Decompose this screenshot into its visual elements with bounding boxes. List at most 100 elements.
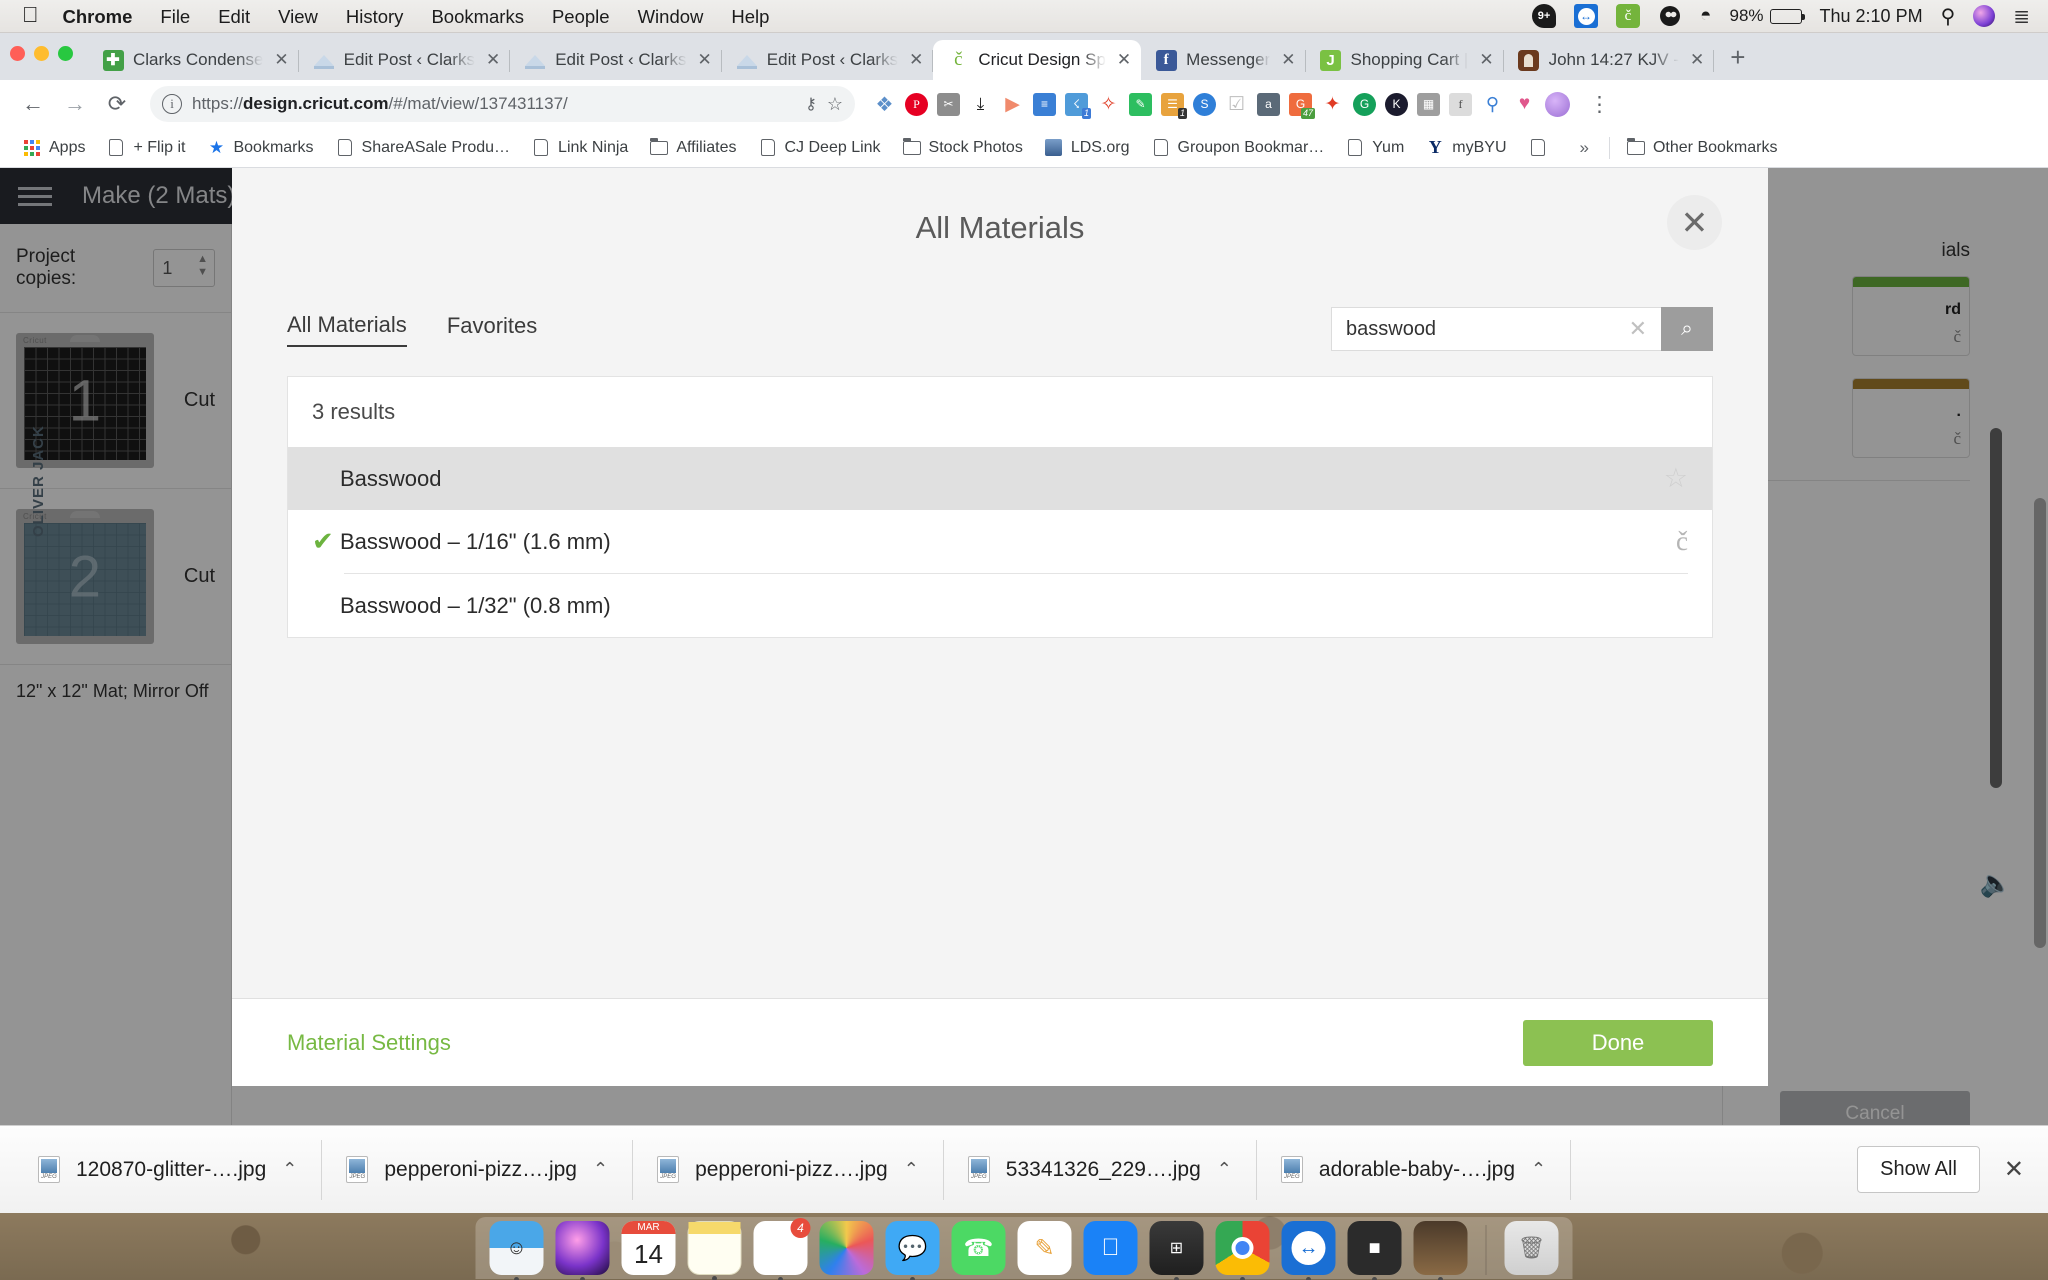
dock-item-app-store[interactable]: : [1083, 1221, 1138, 1275]
search-input[interactable]: basswood ✕: [1331, 307, 1661, 351]
cricut-icon[interactable]: č: [1676, 526, 1688, 557]
bookmark-star-icon[interactable]: ☆: [827, 94, 843, 115]
dock-item-chrome[interactable]: [1215, 1221, 1270, 1280]
heart-extension-icon[interactable]: ♥: [1513, 93, 1536, 116]
dock-item-messages[interactable]: 💬: [885, 1221, 940, 1280]
notification-center-icon[interactable]: ≣: [2013, 4, 2030, 29]
tab-edit-post-2[interactable]: Edit Post ‹ Clarks ✕: [510, 40, 722, 80]
dock-item-photos[interactable]: [819, 1221, 874, 1275]
evernote-extension-icon[interactable]: ✎: [1129, 92, 1152, 116]
download-all-extension-icon[interactable]: ⤓: [969, 93, 992, 116]
bookmark-lds-org[interactable]: LDS.org: [1034, 133, 1141, 163]
download-item-5[interactable]: JPEG adorable-baby-….jpg ⌃: [1257, 1139, 1572, 1200]
dock-item-trash[interactable]: 🗑: [1504, 1221, 1559, 1275]
cricut-icon[interactable]: č: [1616, 4, 1640, 28]
tool-extension-icon[interactable]: ✂: [937, 92, 960, 116]
chevron-up-icon[interactable]: ⌃: [1531, 1159, 1546, 1180]
menu-item-bookmarks[interactable]: Bookmarks: [417, 0, 538, 33]
teamviewer-icon[interactable]: ↔: [1574, 4, 1598, 28]
bookmark-apps[interactable]: Apps: [12, 133, 96, 163]
dock-item-calendar[interactable]: MAR 14: [621, 1221, 676, 1275]
bookmark-other-bookmarks[interactable]: Other Bookmarks: [1616, 133, 1788, 163]
menu-item-edit[interactable]: Edit: [204, 0, 264, 33]
tab-close-icon[interactable]: ✕: [1279, 50, 1295, 70]
show-all-downloads-button[interactable]: Show All: [1857, 1146, 1980, 1193]
facebook-extension-icon[interactable]: f: [1449, 92, 1472, 116]
dock-item-preview-image[interactable]: [1413, 1221, 1468, 1280]
menu-bar-clock[interactable]: Thu 2:10 PM: [1820, 6, 1923, 27]
star-icon[interactable]: ☆: [1664, 463, 1688, 494]
reload-button[interactable]: ⟳: [98, 85, 136, 123]
result-row-basswood-1-32[interactable]: Basswood – 1/32" (0.8 mm): [288, 574, 1712, 637]
tab-edit-post-1[interactable]: Edit Post ‹ Clarks ✕: [299, 40, 511, 80]
chevron-up-icon[interactable]: ⌃: [593, 1159, 608, 1180]
dock-item-remote-desktop[interactable]: ■: [1347, 1221, 1402, 1280]
bookmark-unnamed[interactable]: [1518, 133, 1566, 163]
close-window-button[interactable]: [10, 46, 25, 61]
result-row-basswood-1-16[interactable]: ✔ Basswood – 1/16" (1.6 mm) č: [288, 510, 1712, 573]
result-row-basswood[interactable]: Basswood ☆: [288, 447, 1712, 510]
minimize-window-button[interactable]: [34, 46, 49, 61]
bookmark-flip-it[interactable]: + Flip it: [96, 133, 196, 163]
tab-messenger[interactable]: f Messenger ✕: [1141, 40, 1306, 80]
profile-avatar[interactable]: [1545, 91, 1570, 117]
bookmark-stock-photos[interactable]: Stock Photos: [892, 133, 1034, 163]
dock-item-teamviewer[interactable]: ↔: [1281, 1221, 1336, 1280]
tab-john-14-27-kjv[interactable]: John 14:27 KJV - ✕: [1504, 40, 1715, 80]
spotlight-search-icon[interactable]: ⚲: [1941, 4, 1956, 29]
skype-extension-icon[interactable]: S: [1193, 92, 1216, 116]
dock-item-reminders[interactable]: 4: [753, 1218, 811, 1280]
tab-favorites[interactable]: Favorites: [447, 313, 537, 346]
kissmetrics-extension-icon[interactable]: K: [1385, 92, 1408, 116]
tab-close-icon[interactable]: ✕: [272, 50, 288, 70]
maximize-window-button[interactable]: [58, 46, 73, 61]
battery-indicator[interactable]: 98%: [1729, 6, 1805, 26]
window-controls[interactable]: [10, 46, 73, 61]
tab-close-icon[interactable]: ✕: [1688, 50, 1704, 70]
dock-item-notes[interactable]: [687, 1221, 742, 1280]
chevron-up-icon[interactable]: ⌃: [282, 1159, 297, 1180]
close-icon[interactable]: ✕: [1667, 195, 1722, 250]
dock-item-siri[interactable]: [555, 1221, 610, 1280]
grammarly-green-extension-icon[interactable]: G: [1353, 92, 1376, 116]
chrome-menu-icon[interactable]: ⋮: [1589, 92, 1610, 117]
address-bar[interactable]: i https://design.cricut.com/#/mat/view/1…: [150, 86, 855, 122]
forward-button[interactable]: →: [56, 85, 94, 123]
site-info-icon[interactable]: i: [162, 94, 182, 114]
apple-logo-icon[interactable]: : [18, 2, 49, 31]
pushbullet-extension-icon[interactable]: ▶: [1001, 93, 1024, 116]
dock-item-pages[interactable]: ✎: [1017, 1221, 1072, 1275]
menu-item-view[interactable]: View: [264, 0, 332, 33]
tab-close-icon[interactable]: ✕: [1115, 50, 1131, 70]
pin-extension-icon[interactable]: ✦: [1321, 93, 1344, 116]
dock-item-calculator[interactable]: ⊞: [1149, 1221, 1204, 1280]
pocket-extension-icon[interactable]: ☇ 1: [1065, 92, 1091, 119]
dock-item-finder[interactable]: ☺: [489, 1221, 544, 1280]
grammarly-extension-icon[interactable]: G 47: [1289, 92, 1315, 119]
download-item-3[interactable]: JPEG pepperoni-pizz….jpg ⌃: [633, 1139, 944, 1200]
chevron-up-icon[interactable]: ⌃: [904, 1159, 919, 1180]
clear-search-icon[interactable]: ✕: [1629, 316, 1647, 342]
search-button[interactable]: ⌕: [1661, 307, 1713, 351]
bookmark-yum[interactable]: Yum: [1335, 133, 1415, 163]
menu-item-help[interactable]: Help: [717, 0, 783, 33]
tab-close-icon[interactable]: ✕: [907, 50, 923, 70]
download-item-4[interactable]: JPEG 53341326_229….jpg ⌃: [944, 1139, 1257, 1200]
bookmark-affiliates[interactable]: Affiliates: [639, 133, 747, 163]
pinterest-extension-icon[interactable]: P: [905, 92, 928, 116]
bookmark-cj-deep-link[interactable]: CJ Deep Link: [748, 133, 892, 163]
dock-item-facetime[interactable]: ☎: [951, 1221, 1006, 1275]
menu-item-history[interactable]: History: [332, 0, 418, 33]
tab-close-icon[interactable]: ✕: [696, 50, 712, 70]
bookmark-shareasale[interactable]: ShareASale Produ…: [325, 133, 522, 163]
amazon-extension-icon[interactable]: a: [1257, 92, 1280, 116]
menu-item-chrome[interactable]: Chrome: [49, 0, 147, 33]
material-settings-link[interactable]: Material Settings: [287, 1030, 451, 1056]
tab-close-icon[interactable]: ✕: [484, 50, 500, 70]
creative-cloud-icon[interactable]: [1658, 4, 1682, 28]
tab-shopping-cart[interactable]: J Shopping Cart | ✕: [1306, 40, 1504, 80]
flame-extension-icon[interactable]: ✧: [1097, 93, 1120, 116]
notification-badge-icon[interactable]: 9+: [1532, 4, 1556, 28]
download-item-1[interactable]: JPEG 120870-glitter-….jpg ⌃: [14, 1139, 323, 1200]
chevron-up-icon[interactable]: ⌃: [1217, 1159, 1232, 1180]
